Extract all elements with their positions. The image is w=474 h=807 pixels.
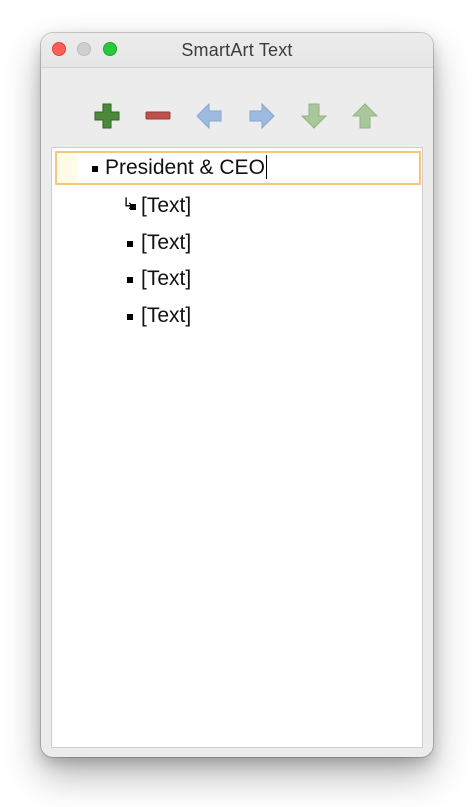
outline-item-label[interactable]: [Text] bbox=[141, 304, 191, 328]
square-bullet-icon bbox=[92, 166, 98, 172]
square-bullet-icon bbox=[127, 314, 133, 320]
outline-item-label[interactable]: [Text] bbox=[141, 267, 191, 291]
selection-tint bbox=[57, 153, 77, 183]
square-bullet-icon bbox=[130, 204, 136, 210]
outline-item[interactable]: [Text] bbox=[52, 298, 422, 334]
remove-item-button[interactable] bbox=[143, 101, 173, 131]
move-down-button[interactable] bbox=[299, 101, 329, 131]
outline-item-label[interactable]: [Text] bbox=[141, 231, 191, 255]
square-bullet-icon bbox=[127, 241, 133, 247]
outline-item-label: President & CEO bbox=[105, 156, 265, 179]
window-title: SmartArt Text bbox=[181, 40, 293, 60]
smartart-text-window: SmartArt Text President & CEO ↳ [Text] [… bbox=[41, 33, 433, 757]
arrow-down-icon bbox=[300, 103, 328, 129]
arrow-right-icon bbox=[249, 102, 275, 130]
outline-item-label[interactable]: [Text] bbox=[141, 194, 191, 218]
square-bullet-icon bbox=[127, 277, 133, 283]
outline-item[interactable]: ↳ [Text] bbox=[52, 188, 422, 224]
demote-button[interactable] bbox=[247, 101, 277, 131]
plus-icon bbox=[94, 103, 120, 129]
outline-item[interactable]: [Text] bbox=[52, 225, 422, 261]
arrow-left-icon bbox=[196, 102, 222, 130]
text-caret bbox=[265, 155, 267, 179]
outline-text-pane[interactable]: President & CEO ↳ [Text] [Text] [Text] [… bbox=[51, 147, 423, 748]
arrow-up-icon bbox=[351, 103, 379, 129]
title-bar[interactable]: SmartArt Text bbox=[41, 33, 433, 68]
outline-item-text[interactable]: President & CEO bbox=[105, 155, 267, 180]
outline-item[interactable]: [Text] bbox=[52, 261, 422, 297]
minus-icon bbox=[145, 111, 171, 120]
outline-item-selected[interactable]: President & CEO bbox=[55, 151, 421, 185]
promote-button[interactable] bbox=[194, 101, 224, 131]
toolbar bbox=[41, 101, 433, 131]
add-item-button[interactable] bbox=[92, 101, 122, 131]
move-up-button[interactable] bbox=[350, 101, 380, 131]
